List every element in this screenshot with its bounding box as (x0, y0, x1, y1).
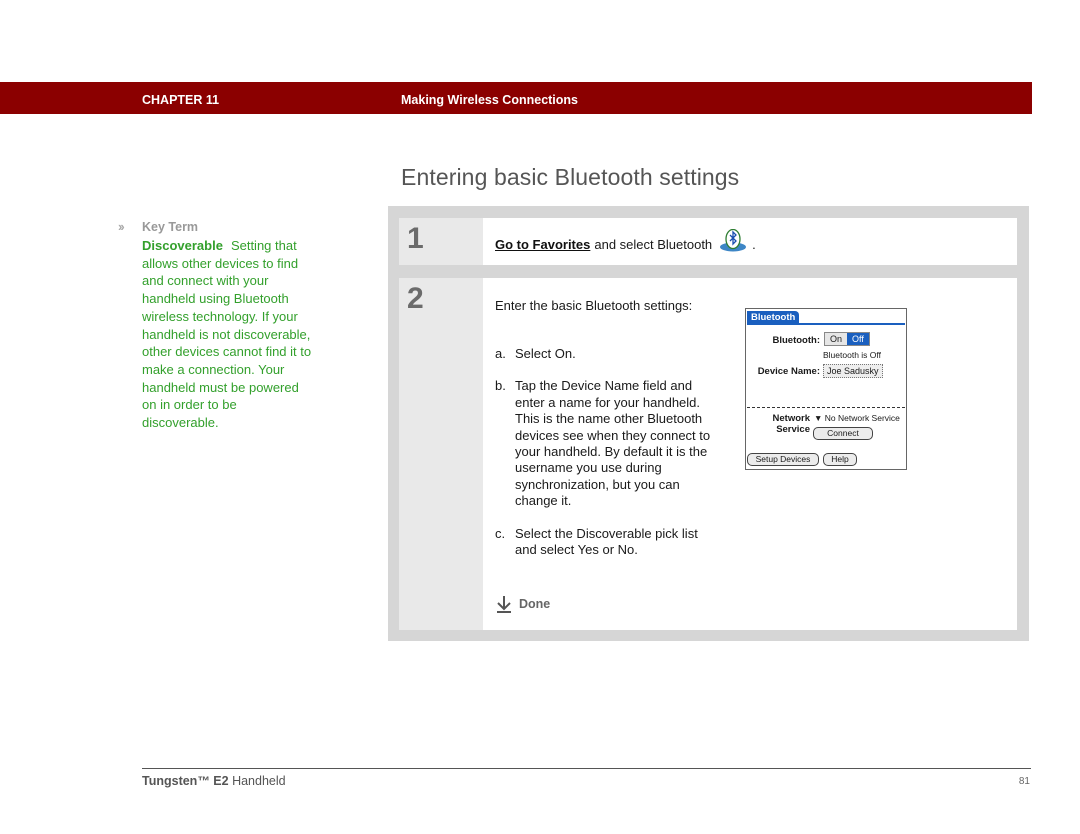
step-number: 2 (407, 282, 424, 315)
substep-text: Select On. (515, 346, 576, 361)
bluetooth-app-icon (718, 228, 748, 251)
palm-tab-underline (747, 323, 905, 325)
page-title: Entering basic Bluetooth settings (401, 164, 740, 190)
footer-divider (142, 768, 1031, 769)
step-2-intro: Enter the basic Bluetooth settings: (495, 298, 693, 313)
footer-product-name: Handheld (232, 774, 286, 788)
key-term-body: Discoverable Setting that allows other de… (142, 237, 314, 432)
substep-text: Tap the Device Name field and enter a na… (515, 378, 711, 509)
substep-label: b. (495, 378, 506, 394)
key-term-heading-row: ›› Key Term (118, 219, 314, 234)
device-name-field[interactable]: Joe Sadusky (823, 364, 883, 378)
bluetooth-off-button[interactable]: Off (847, 333, 869, 345)
key-term-heading: Key Term (142, 219, 199, 234)
help-button[interactable]: Help (823, 453, 857, 466)
page-number: 81 (1018, 776, 1030, 787)
go-to-favorites-link[interactable]: Go to Favorites (495, 237, 590, 252)
key-term-sidebar: ›› Key Term Discoverable Setting that all… (118, 219, 314, 432)
key-term-definition: Setting that allows other devices to fin… (142, 238, 312, 431)
done-label: Done (519, 597, 551, 611)
substep-text: Select the Discoverable pick list and se… (515, 525, 698, 558)
key-term-word: Discoverable (142, 238, 223, 253)
step-1-text: and select Bluetooth (594, 237, 713, 252)
footer-product: Tungsten™ E2 Handheld (142, 774, 286, 788)
step-content: Go to Favorites and select Bluetooth . (483, 218, 1017, 265)
bluetooth-label: Bluetooth: (772, 335, 821, 346)
substep-item: c. Select the Discoverable pick list and… (495, 526, 720, 559)
step-content: Enter the basic Bluetooth settings: a. S… (483, 278, 1017, 630)
step-1-instruction: Go to Favorites and select Bluetooth . (495, 228, 756, 252)
step-1: 1 Go to Favorites and select Bluetooth . (399, 218, 1017, 265)
divider (747, 407, 905, 408)
chapter-header-bar: CHAPTER 11 Making Wireless Connections (0, 82, 1032, 114)
step-1-suffix: . (752, 237, 756, 252)
footer-brand: Tungsten™ E2 (142, 774, 229, 788)
step-2: 2 Enter the basic Bluetooth settings: a.… (399, 278, 1017, 630)
bluetooth-toggle[interactable]: On Off (824, 332, 870, 346)
done-marker: Done (495, 595, 550, 613)
substep-label: a. (495, 346, 506, 361)
step-number-column: 1 (399, 218, 483, 265)
network-service-label: Network Service (773, 413, 810, 435)
bluetooth-status: Bluetooth is Off (823, 350, 881, 360)
substep-item: b. Tap the Device Name field and enter a… (495, 378, 720, 509)
substep-item: a. Select On. (495, 346, 720, 362)
triangle-down-icon: ▼ (814, 413, 823, 423)
double-chevron-right-icon: ›› (118, 219, 125, 234)
setup-devices-button[interactable]: Setup Devices (747, 453, 819, 466)
steps-frame: 1 Go to Favorites and select Bluetooth .… (388, 206, 1029, 641)
substep-label: c. (495, 525, 506, 541)
connect-button[interactable]: Connect (813, 427, 873, 440)
substep-list: a. Select On. b. Tap the Device Name fie… (495, 346, 720, 574)
chapter-label: CHAPTER 11 (142, 93, 220, 107)
network-label-line-2: Service (776, 424, 810, 435)
step-number-column: 2 (399, 278, 483, 630)
network-service-picker[interactable]: ▼ No Network Service (814, 413, 900, 423)
network-label-line-1: Network (772, 413, 810, 424)
bluetooth-on-button[interactable]: On (825, 333, 848, 345)
step-number: 1 (407, 222, 424, 255)
down-arrow-icon (497, 596, 511, 613)
device-name-label: Device Name: (757, 366, 820, 377)
palm-bluetooth-screen: Bluetooth Bluetooth: On Off Bluetooth is… (745, 308, 907, 470)
network-service-value: No Network Service (824, 413, 900, 423)
section-title: Making Wireless Connections (401, 93, 579, 107)
